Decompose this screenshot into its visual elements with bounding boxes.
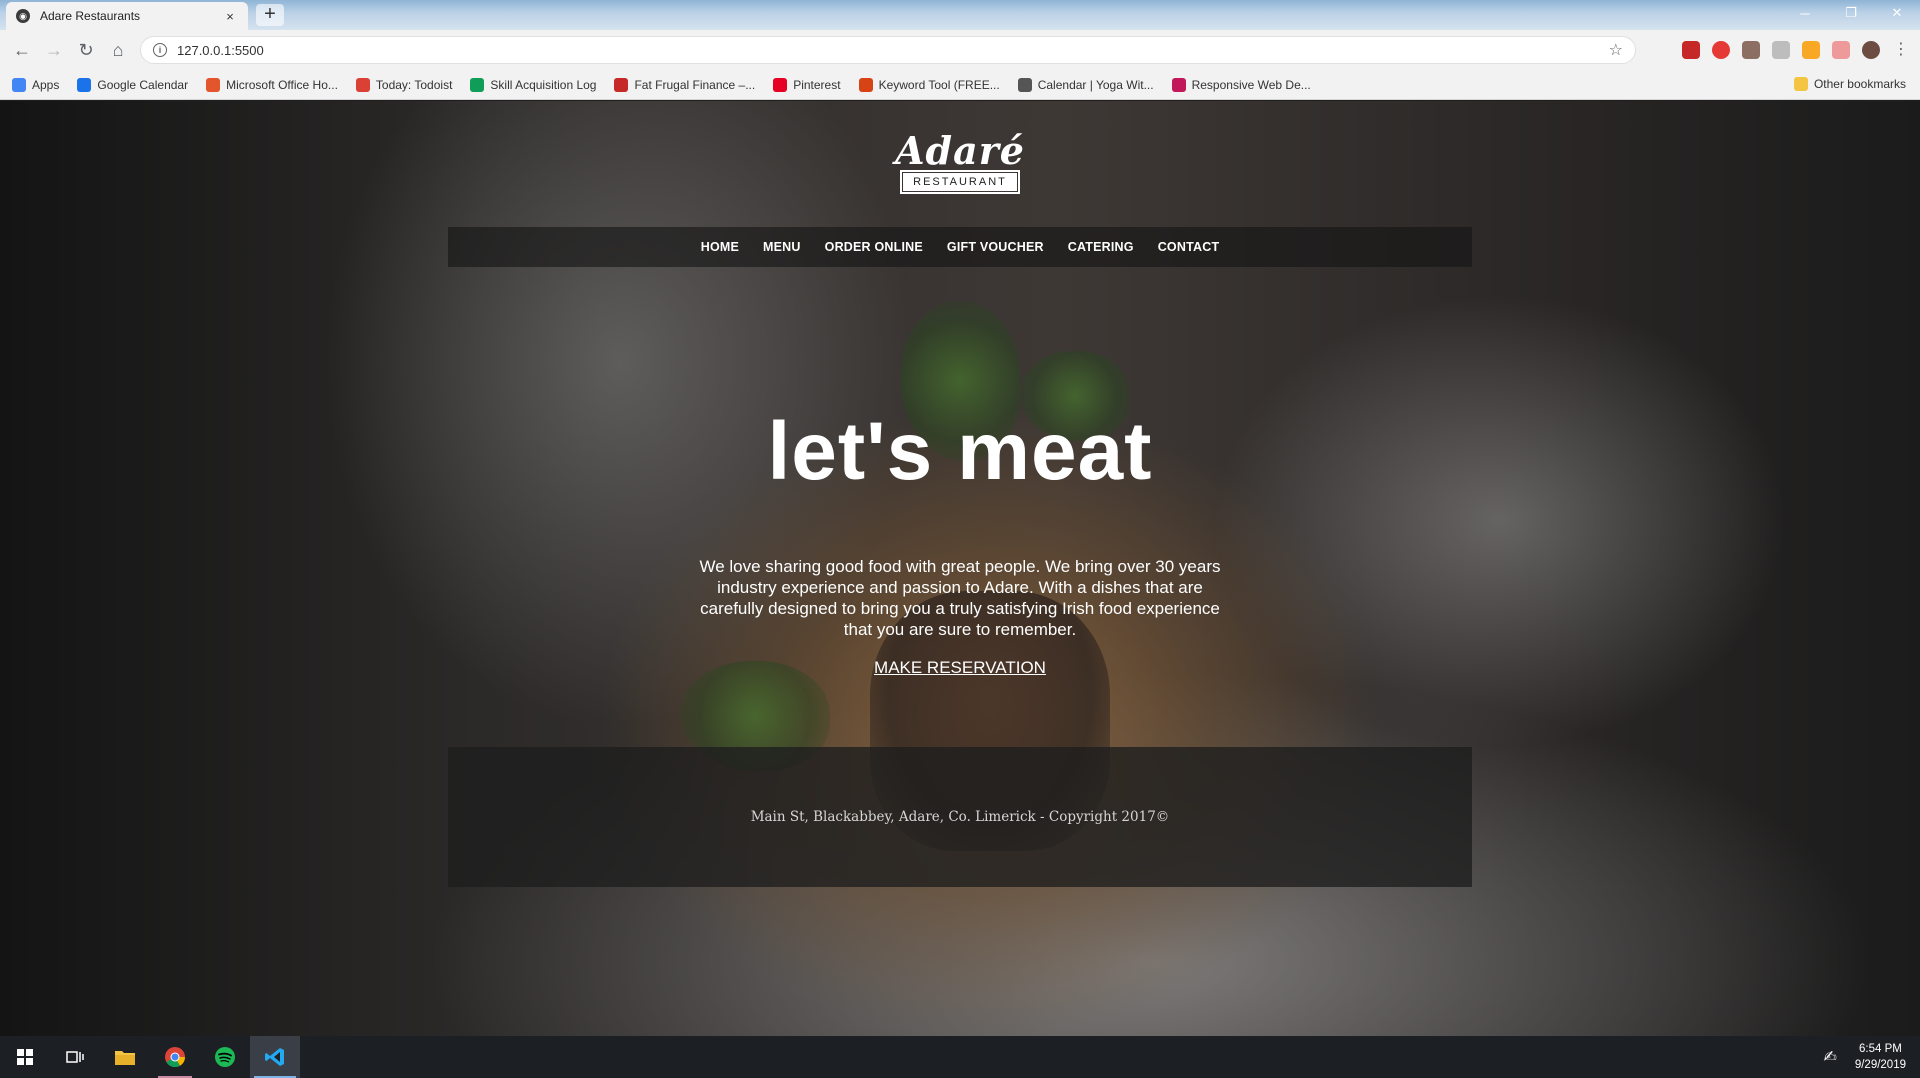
bookmark-item[interactable]: Google Calendar <box>77 77 189 92</box>
site-favicon-icon: ◉ <box>16 9 30 23</box>
hero-description: We love sharing good food with great peo… <box>699 557 1221 639</box>
bookmark-item[interactable]: Responsive Web De... <box>1171 77 1311 92</box>
spotify-icon[interactable] <box>200 1036 250 1078</box>
bookmark-favicon-icon <box>77 77 92 92</box>
bookmark-star-icon[interactable]: ☆ <box>1609 40 1623 60</box>
other-bookmarks-folder[interactable]: Other bookmarks <box>1793 77 1906 91</box>
extensions-area: ⋮ <box>1682 40 1910 60</box>
nav-gift-voucher[interactable]: GIFT VOUCHER <box>947 240 1044 254</box>
bookmark-label: Fat Frugal Finance –... <box>634 77 756 92</box>
profile-avatar[interactable] <box>1862 41 1880 59</box>
site-footer: Main St, Blackabbey, Adare, Co. Limerick… <box>448 747 1472 887</box>
reload-icon[interactable]: ↻ <box>70 40 102 61</box>
tab-title: Adare Restaurants <box>40 9 141 23</box>
new-tab-button[interactable]: + <box>256 4 284 26</box>
clock[interactable]: 6:54 PM 9/29/2019 <box>1855 1041 1906 1073</box>
nav-contact[interactable]: CONTACT <box>1158 240 1220 254</box>
logo-script: Adaré <box>895 128 1025 173</box>
back-icon[interactable]: ← <box>6 40 38 61</box>
bookmarks-bar: Apps Google Calendar Microsoft Office Ho..… <box>0 70 1920 100</box>
bookmark-item[interactable]: Pinterest <box>773 77 841 92</box>
bookmark-item[interactable]: Fat Frugal Finance –... <box>614 77 756 92</box>
bookmark-label: Today: Todoist <box>375 77 453 92</box>
forward-icon[interactable]: → <box>38 40 70 61</box>
nav-menu[interactable]: MENU <box>763 240 801 254</box>
bookmark-label: Keyword Tool (FREE... <box>878 77 1000 92</box>
bookmark-item[interactable]: Today: Todoist <box>355 77 453 92</box>
bookmark-label: Microsoft Office Ho... <box>226 77 338 92</box>
bookmark-label: Pinterest <box>793 77 841 92</box>
nav-order-online[interactable]: ORDER ONLINE <box>825 240 923 254</box>
other-bookmarks-label: Other bookmarks <box>1813 77 1906 91</box>
bookmark-item[interactable]: Microsoft Office Ho... <box>206 77 338 92</box>
bookmark-item[interactable]: Keyword Tool (FREE... <box>858 77 1000 92</box>
site-logo[interactable]: Adaré RESTAURANT <box>0 128 1920 194</box>
page-viewport: Adaré RESTAURANT HOME MENU ORDER ONLINE … <box>0 101 1920 1036</box>
tab-close-icon[interactable]: × <box>222 9 238 24</box>
bookmark-item[interactable]: Apps <box>12 77 60 92</box>
address-bar[interactable]: i 127.0.0.1:5500 ☆ <box>140 36 1636 64</box>
task-view-icon[interactable] <box>50 1036 100 1078</box>
bookmark-label: Skill Acquisition Log <box>490 77 597 92</box>
extension-icon[interactable] <box>1742 41 1760 59</box>
pen-workspace-icon[interactable]: ✍ <box>1823 1047 1836 1067</box>
bookmark-favicon-icon <box>12 77 26 92</box>
make-reservation-link[interactable]: MAKE RESERVATION <box>874 658 1046 677</box>
timer-extension-icon[interactable] <box>1802 41 1820 59</box>
windows-taskbar: ✍ 6:54 PM 9/29/2019 <box>0 1036 1920 1078</box>
hero-title: let's meat <box>767 406 1153 497</box>
clock-time: 6:54 PM <box>1859 1043 1902 1055</box>
opera-extension-icon[interactable] <box>1712 41 1730 59</box>
url-text[interactable]: 127.0.0.1:5500 <box>177 43 1599 58</box>
bookmark-item[interactable]: Skill Acquisition Log <box>470 77 597 92</box>
browser-tab-strip: ◉ Adare Restaurants × + ─ ❐ ✕ <box>0 0 1920 30</box>
bookmark-favicon-icon <box>355 77 370 92</box>
bookmark-favicon-icon <box>858 77 873 92</box>
site-info-icon[interactable]: i <box>153 43 167 57</box>
footer-address: Main St, Blackabbey, Adare, Co. Limerick… <box>750 809 1170 825</box>
extension-icon[interactable] <box>1832 41 1850 59</box>
bookmark-label: Google Calendar <box>97 77 189 92</box>
bookmark-favicon-icon <box>206 77 221 92</box>
adblock-extension-icon[interactable] <box>1682 41 1700 59</box>
window-controls: ─ ❐ ✕ <box>1782 0 1920 26</box>
nav-home[interactable]: HOME <box>701 240 739 254</box>
reservation-cta-wrap: MAKE RESERVATION <box>0 658 1920 678</box>
extension-icon[interactable] <box>1772 41 1790 59</box>
bookmark-favicon-icon <box>773 77 788 92</box>
windows-start-icon[interactable] <box>0 1036 50 1078</box>
minimize-button[interactable]: ─ <box>1782 0 1828 26</box>
close-window-button[interactable]: ✕ <box>1874 0 1920 26</box>
chrome-icon[interactable] <box>150 1036 200 1078</box>
vscode-icon[interactable] <box>250 1036 300 1078</box>
file-explorer-icon[interactable] <box>100 1036 150 1078</box>
bookmark-item[interactable]: Calendar | Yoga Wit... <box>1017 77 1154 92</box>
restore-button[interactable]: ❐ <box>1828 0 1874 26</box>
bookmark-favicon-icon <box>1171 77 1186 92</box>
nav-catering[interactable]: CATERING <box>1068 240 1134 254</box>
logo-badge: RESTAURANT <box>900 170 1020 194</box>
bookmark-label: Calendar | Yoga Wit... <box>1037 77 1154 92</box>
system-tray: ✍ 6:54 PM 9/29/2019 <box>1823 1036 1906 1078</box>
menu-kebab-icon[interactable]: ⋮ <box>1892 41 1910 59</box>
bookmark-label: Apps <box>32 77 60 92</box>
bookmark-favicon-icon <box>614 77 629 92</box>
clock-date: 9/29/2019 <box>1854 1059 1906 1071</box>
bookmark-favicon-icon <box>1017 77 1032 92</box>
home-icon[interactable]: ⌂ <box>102 40 134 61</box>
bookmark-label: Responsive Web De... <box>1191 77 1311 92</box>
folder-icon <box>1793 77 1808 91</box>
browser-toolbar: ← → ↻ ⌂ i 127.0.0.1:5500 ☆ ⋮ <box>0 30 1920 70</box>
bookmark-favicon-icon <box>470 77 485 92</box>
main-nav: HOME MENU ORDER ONLINE GIFT VOUCHER CATE… <box>448 227 1472 267</box>
browser-tab[interactable]: ◉ Adare Restaurants × <box>6 2 248 30</box>
